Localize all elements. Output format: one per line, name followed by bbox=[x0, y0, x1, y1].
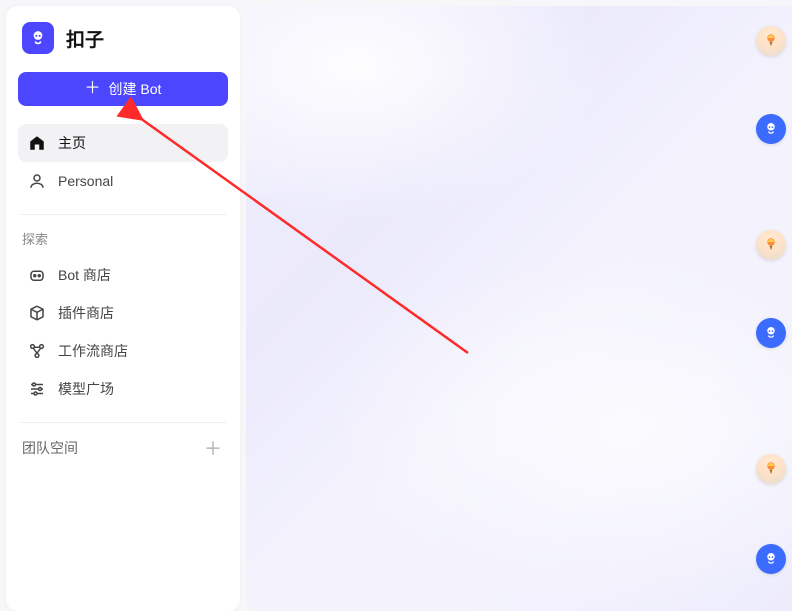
rail-avatar-balloon[interactable] bbox=[756, 26, 786, 56]
divider bbox=[20, 422, 226, 423]
tune-icon bbox=[28, 380, 46, 398]
plus-icon: ＋ bbox=[204, 435, 222, 461]
sidebar-item-personal[interactable]: Personal bbox=[18, 162, 228, 200]
rail-avatar-bot[interactable] bbox=[756, 544, 786, 574]
rail-avatar-balloon[interactable] bbox=[756, 230, 786, 260]
sidebar-item-label: Bot 商店 bbox=[58, 265, 111, 285]
home-icon bbox=[28, 134, 46, 152]
cube-icon bbox=[28, 304, 46, 322]
main-canvas bbox=[246, 6, 792, 611]
brand-name: 扣子 bbox=[66, 25, 104, 52]
create-bot-label: 创建 Bot bbox=[109, 79, 162, 99]
create-bot-button[interactable]: ＋ 创建 Bot bbox=[18, 72, 228, 106]
sidebar-item-label: 插件商店 bbox=[58, 303, 114, 323]
brand-logo-icon bbox=[22, 22, 54, 54]
sidebar-item-label: Personal bbox=[58, 173, 113, 189]
team-space-label: 团队空间 bbox=[22, 438, 78, 458]
add-team-button[interactable]: ＋ bbox=[202, 437, 224, 459]
sidebar-item-home[interactable]: 主页 bbox=[18, 124, 228, 162]
divider bbox=[20, 214, 226, 215]
rail-avatar-bot[interactable] bbox=[756, 318, 786, 348]
brand: 扣子 bbox=[18, 20, 228, 72]
explore-header: 探索 bbox=[18, 229, 228, 256]
nav-explore: Bot 商店 插件商店 工作流商店 模型广场 bbox=[18, 256, 228, 408]
sidebar-item-bot-store[interactable]: Bot 商店 bbox=[18, 256, 228, 294]
rail-avatar-balloon[interactable] bbox=[756, 454, 786, 484]
sidebar-item-label: 主页 bbox=[58, 133, 86, 153]
sidebar-item-label: 模型广场 bbox=[58, 379, 114, 399]
plus-icon: ＋ bbox=[85, 81, 101, 97]
bot-icon bbox=[28, 266, 46, 284]
team-space-row: 团队空间 ＋ bbox=[18, 437, 228, 459]
avatar-rail bbox=[750, 0, 792, 605]
sidebar-item-workflow-store[interactable]: 工作流商店 bbox=[18, 332, 228, 370]
sidebar-item-plugin-store[interactable]: 插件商店 bbox=[18, 294, 228, 332]
user-icon bbox=[28, 172, 46, 190]
sidebar-item-label: 工作流商店 bbox=[58, 341, 128, 361]
sidebar-item-model-square[interactable]: 模型广场 bbox=[18, 370, 228, 408]
flow-icon bbox=[28, 342, 46, 360]
rail-avatar-bot[interactable] bbox=[756, 114, 786, 144]
sidebar: 扣子 ＋ 创建 Bot 主页 Personal 探索 bbox=[6, 6, 240, 611]
nav-primary: 主页 Personal bbox=[18, 124, 228, 200]
